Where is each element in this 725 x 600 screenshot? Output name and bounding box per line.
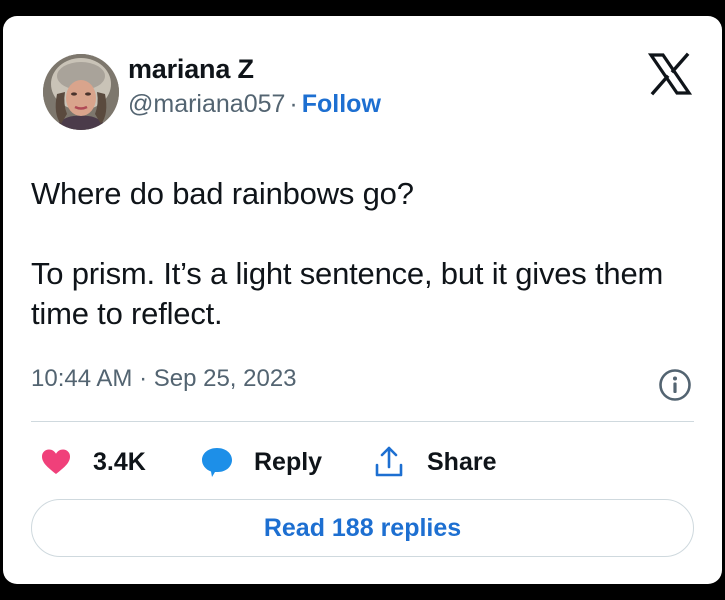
info-icon[interactable] <box>658 368 692 402</box>
author-handle[interactable]: @mariana057 <box>128 90 285 118</box>
author-handle-row: @mariana057 · Follow <box>128 90 381 119</box>
tweet-text: Where do bad rainbows go? To prism. It’s… <box>31 174 671 334</box>
share-label: Share <box>427 447 497 476</box>
like-button[interactable]: 3.4K <box>41 440 146 484</box>
handle-separator: · <box>289 90 298 118</box>
reply-button[interactable]: Reply <box>200 440 322 484</box>
share-upload-icon <box>375 446 403 477</box>
speech-bubble-icon <box>202 448 232 477</box>
author-name[interactable]: mariana Z <box>128 54 254 85</box>
like-count: 3.4K <box>93 447 146 476</box>
x-logo-icon[interactable] <box>647 52 693 96</box>
divider <box>31 421 694 422</box>
tweet-paragraph: To prism. It’s a light sentence, but it … <box>31 256 664 331</box>
follow-link[interactable]: Follow <box>302 90 381 118</box>
heart-icon <box>42 449 70 474</box>
avatar-photo-icon <box>43 54 119 130</box>
tweet-paragraph: Where do bad rainbows go? <box>31 176 414 211</box>
tweet-embed-card: mariana Z @mariana057 · Follow Where do ba… <box>3 16 722 584</box>
read-replies-label: Read 188 replies <box>263 513 462 542</box>
reply-label: Reply <box>254 447 323 476</box>
read-replies-button[interactable]: Read 188 replies <box>31 499 694 557</box>
share-button[interactable]: Share <box>373 440 496 484</box>
action-bar: 3.4K Reply Share <box>3 440 722 484</box>
tweet-timestamp[interactable]: 10:44 AM · Sep 25, 2023 <box>31 365 297 393</box>
avatar[interactable] <box>43 54 119 130</box>
